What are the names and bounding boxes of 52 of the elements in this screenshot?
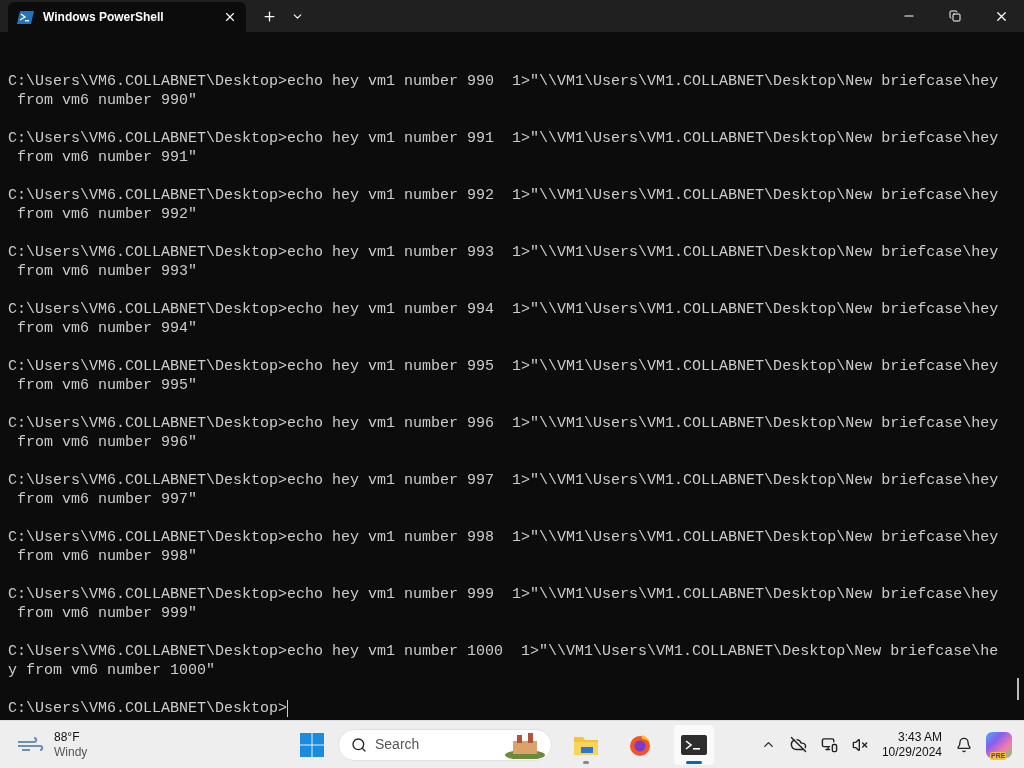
search-placeholder: Search bbox=[375, 735, 421, 754]
running-indicator bbox=[686, 760, 702, 764]
terminal-line: from vm6 number 990" bbox=[16, 91, 198, 110]
terminal-line: from vm6 number 999" bbox=[16, 604, 198, 623]
restore-icon[interactable] bbox=[949, 10, 961, 22]
terminal-line: y from vm6 number 1000" bbox=[8, 661, 216, 680]
running-indicator bbox=[583, 760, 589, 764]
terminal-line: C:\Users\VM6.COLLABNET\Desktop>echo hey vm1 number 996 1>"\\VM1\Users\VM1.COLLABNET\Desktop\New briefcase\hey bbox=[8, 414, 999, 433]
wind-icon bbox=[16, 736, 44, 753]
terminal-line: from vm6 number 991" bbox=[16, 148, 198, 167]
clock-date: 10/29/2024 bbox=[881, 744, 942, 760]
terminal-line: from vm6 number 998" bbox=[16, 547, 198, 566]
clock[interactable]: 3:43 AM 10/29/2024 bbox=[881, 729, 942, 760]
network-icon[interactable] bbox=[820, 736, 838, 753]
terminal-line: C:\Users\VM6.COLLABNET\Desktop>echo hey vm1 number 998 1>"\\VM1\Users\VM1.COLLABNET\Desktop\New briefcase\hey bbox=[8, 528, 999, 547]
start-icon[interactable] bbox=[300, 732, 324, 757]
new-tab-icon[interactable] bbox=[262, 8, 277, 24]
terminal-line: from vm6 number 994" bbox=[16, 319, 198, 338]
weather-temperature: 88°F bbox=[54, 729, 81, 745]
terminal-line: C:\Users\VM6.COLLABNET\Desktop>echo hey vm1 number 994 1>"\\VM1\Users\VM1.COLLABNET\Desktop\New briefcase\hey bbox=[8, 300, 999, 319]
search-icon bbox=[351, 736, 367, 753]
weather-condition: Windy bbox=[54, 744, 88, 760]
terminal-line: C:\Users\VM6.COLLABNET\Desktop>echo hey vm1 number 995 1>"\\VM1\Users\VM1.COLLABNET\Desktop\New briefcase\hey bbox=[8, 357, 999, 376]
bell-icon[interactable] bbox=[956, 736, 972, 753]
terminal-line: C:\Users\VM6.COLLABNET\Desktop>echo hey vm1 number 991 1>"\\VM1\Users\VM1.COLLABNET\Desktop\New briefcase\hey bbox=[8, 129, 999, 148]
close-tab-icon[interactable] bbox=[223, 10, 237, 24]
browser-icon bbox=[628, 732, 652, 757]
terminal-line: C:\Users\VM6.COLLABNET\Desktop>echo hey vm1 number 992 1>"\\VM1\Users\VM1.COLLABNET\Desktop\New briefcase\hey bbox=[8, 186, 999, 205]
taskbar-app[interactable] bbox=[674, 724, 714, 765]
command-prompt: C:\Users\VM6.COLLABNET\Desktop> bbox=[8, 699, 288, 718]
tab-title: Windows PowerShell bbox=[43, 9, 165, 26]
terminal-line: C:\Users\VM6.COLLABNET\Desktop>echo hey vm1 number 997 1>"\\VM1\Users\VM1.COLLABNET\Desktop\New briefcase\hey bbox=[8, 471, 999, 490]
terminal-line: C:\Users\VM6.COLLABNET\Desktop>echo hey vm1 number 990 1>"\\VM1\Users\VM1.COLLABNET\Desktop\New briefcase\hey bbox=[8, 72, 999, 91]
cloud-off-icon[interactable] bbox=[789, 736, 807, 753]
mute-icon[interactable] bbox=[851, 736, 868, 753]
terminal-line: from vm6 number 995" bbox=[16, 376, 198, 395]
terminal-line: C:\Users\VM6.COLLABNET\Desktop>echo hey vm1 number 993 1>"\\VM1\Users\VM1.COLLABNET\Desktop\New briefcase\hey bbox=[8, 243, 999, 262]
powershell-icon bbox=[17, 10, 34, 24]
scrollbar-thumb[interactable] bbox=[1017, 678, 1019, 700]
terminal-line: C:\Users\VM6.COLLABNET\Desktop>echo hey vm1 number 1000 1>"\\VM1\Users\VM1.COLLABNET\Desktop\New briefcase\he bbox=[8, 642, 999, 661]
search-field[interactable]: Search bbox=[338, 728, 552, 761]
terminal-icon bbox=[681, 734, 707, 755]
weather-widget[interactable]: 88°F Windy bbox=[16, 729, 88, 760]
terminal-line: from vm6 number 992" bbox=[16, 205, 198, 224]
clock-time: 3:43 AM bbox=[897, 729, 942, 745]
terminal-line: from vm6 number 993" bbox=[16, 262, 198, 281]
terminal-line: C:\Users\VM6.COLLABNET\Desktop>echo hey vm1 number 999 1>"\\VM1\Users\VM1.COLLABNET\Desktop\New briefcase\hey bbox=[8, 585, 999, 604]
text-cursor bbox=[287, 700, 289, 717]
terminal-line: from vm6 number 997" bbox=[16, 490, 198, 509]
castle-icon bbox=[503, 730, 547, 759]
terminal-line: from vm6 number 996" bbox=[16, 433, 198, 452]
terminal-tab[interactable]: Windows PowerShell bbox=[8, 2, 246, 32]
